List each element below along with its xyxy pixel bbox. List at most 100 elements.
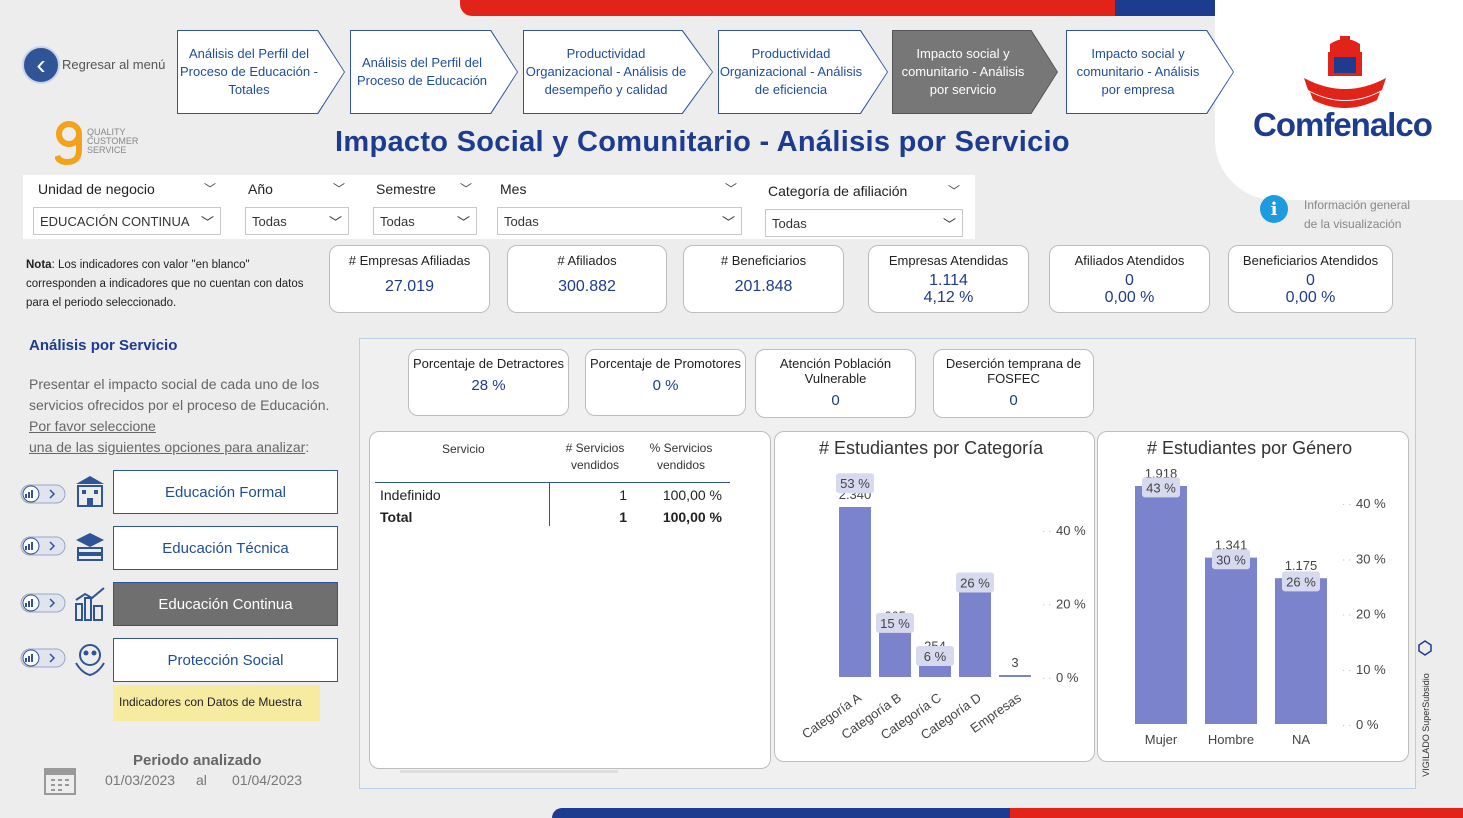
table-header-servicio: Servicio (442, 442, 485, 456)
service-button-educacion-tecnica[interactable]: Educación Técnica (113, 526, 338, 570)
chevron-down-icon: ﹀ (328, 215, 342, 230)
kpi-value: 201.848 (734, 278, 793, 295)
tab-label: Impacto social y comunitario - Análisis … (1076, 46, 1200, 97)
kpi-pct: 0,00 % (1104, 289, 1155, 306)
axis-tick-dots: · · (1342, 499, 1351, 510)
mini-kpi-title: Porcentaje de Detractores (412, 356, 565, 371)
tab-label: Impacto social y comunitario - Análisis … (901, 46, 1025, 97)
filter-mes-select[interactable]: Todas ﹀ (497, 207, 742, 235)
kpi-beneficiarios-atendidos: Beneficiarios Atendidos 0 0,00 % (1228, 245, 1393, 313)
value-label: 3 (1011, 655, 1018, 670)
table-scrollbar[interactable] (400, 770, 618, 773)
mini-kpi-title: Atención Población Vulnerable (779, 356, 892, 386)
chart-toggle-icon[interactable] (20, 592, 66, 614)
service-button-proteccion-social[interactable]: Protección Social (113, 638, 338, 682)
filter-anio-value: Todas (252, 214, 287, 229)
date-to: 01/04/2023 (232, 772, 303, 788)
bar[interactable] (879, 628, 911, 677)
pct-label: 43 % (1146, 480, 1176, 495)
chevron-down-icon[interactable]: ﹀ (948, 182, 960, 199)
date-separator: al (196, 772, 207, 788)
kpi-empresas-atendidas: Empresas Atendidas 1.114 4,12 % (868, 245, 1029, 313)
select-prompt-line1: Por favor seleccione (29, 418, 156, 434)
mini-kpi-title: Deserción temprana de FOSFEC (945, 356, 1082, 386)
value-label: 1.175 (1285, 558, 1318, 573)
bar[interactable] (1205, 557, 1257, 724)
filter-mes-value: Todas (504, 214, 539, 229)
service-label: Educación Formal (165, 483, 286, 501)
y2-tick-label: 40 % (1356, 496, 1386, 511)
service-button-educacion-continua[interactable]: Educación Continua (113, 582, 338, 626)
tab-productividad-eficiencia[interactable]: Productividad Organizacional - Análisis … (718, 30, 888, 114)
kpi-value: 0 (1306, 272, 1315, 289)
supersubsidio-icon (1418, 640, 1432, 656)
mini-kpi-value: 28 % (471, 377, 506, 394)
mini-kpi-detractores: Porcentaje de Detractores 28 % (408, 349, 569, 416)
kpi-beneficiarios: # Beneficiarios 201.848 (683, 245, 844, 313)
back-label[interactable]: Regresar al menú (62, 57, 165, 72)
filter-unidad-select[interactable]: EDUCACIÓN CONTINUA ﹀ (33, 207, 221, 235)
city-growth-icon (75, 587, 105, 621)
tab-impacto-servicio[interactable]: Impacto social y comunitario - Análisis … (892, 30, 1058, 114)
top-red-bar (460, 0, 1120, 16)
chevron-down-icon: ﹀ (942, 217, 956, 232)
y2-tick-label: 0 % (1056, 670, 1079, 685)
periodo-label: Periodo analizado (133, 752, 262, 769)
bar[interactable] (1135, 486, 1187, 724)
chevron-down-icon[interactable]: ﹀ (460, 180, 472, 197)
filter-semestre-select[interactable]: Todas ﹀ (373, 207, 477, 235)
chevron-down-icon: ﹀ (721, 215, 735, 230)
tab-label: Productividad Organizacional - Análisis … (525, 46, 687, 97)
chevron-left-icon: ‹ (36, 49, 46, 80)
y2-tick-label: 0 % (1356, 717, 1379, 732)
tab-label: Análisis del Perfil del Proceso de Educa… (179, 46, 319, 97)
chart-toggle-icon[interactable] (20, 535, 66, 557)
school-building-icon (76, 476, 104, 507)
select-prompt-line2: una de las siguientes opciones para anal… (29, 439, 306, 455)
pct-label: 26 % (960, 575, 990, 590)
info-icon[interactable]: i (1260, 195, 1288, 223)
bar[interactable] (1275, 578, 1327, 724)
chevron-down-icon[interactable]: ﹀ (333, 180, 345, 197)
pct-label: 15 % (880, 616, 910, 631)
chevron-down-icon[interactable]: ﹀ (204, 180, 216, 197)
kpi-value: 1.114 (929, 272, 968, 289)
tab-impacto-empresa[interactable]: Impacto social y comunitario - Análisis … (1066, 30, 1234, 114)
table-header-porcentaje: % Servicios vendidos (649, 441, 713, 472)
tab-perfil-totales[interactable]: Análisis del Perfil del Proceso de Educa… (177, 30, 345, 114)
filter-semestre-value: Todas (380, 214, 415, 229)
bar[interactable] (959, 591, 991, 677)
mini-kpi-value: 0 % (652, 377, 679, 394)
info-line1: Información general (1304, 198, 1411, 212)
kpi-pct: 0,00 % (1285, 289, 1336, 306)
axis-tick-dots: · · (1042, 526, 1051, 537)
filter-categoria-value: Todas (772, 216, 807, 231)
chevron-down-icon[interactable]: ﹀ (725, 180, 737, 197)
pct-label: 53 % (840, 476, 870, 491)
chart-categoria-card: # Estudiantes por Categoría · · 40 % · · 20… (774, 431, 1095, 762)
chart-genero-card: # Estudiantes por Género · · 40 % · · 30 % ·… (1097, 431, 1409, 762)
chevron-down-icon: ﹀ (456, 215, 470, 230)
calendar-icon (44, 768, 76, 795)
back-button[interactable]: ‹ (22, 46, 60, 84)
bar[interactable] (839, 507, 871, 677)
mini-kpi-value: 0 (1009, 392, 1018, 409)
axis-tick-dots: · · (1042, 673, 1051, 684)
info-label[interactable]: Información general de la visualización (1304, 196, 1410, 234)
chart-toggle-icon[interactable] (20, 483, 66, 505)
mini-kpi-vulnerable: Atención Población Vulnerable 0 (755, 349, 916, 418)
tab-perfil[interactable]: Análisis del Perfil del Proceso de Educa… (350, 30, 518, 114)
chart-toggle-icon[interactable] (20, 647, 66, 669)
axis-tick-dots: · · (1342, 610, 1351, 621)
filter-anio-label: Año (248, 181, 273, 197)
filter-categoria-label: Categoría de afiliación (768, 183, 908, 199)
vigilado-badge: VIGILADO SuperSubsidio (1416, 640, 1434, 780)
filter-anio-select[interactable]: Todas ﹀ (245, 207, 349, 235)
chart-title: # Estudiantes por Género (1147, 438, 1353, 458)
service-button-educacion-formal[interactable]: Educación Formal (113, 470, 338, 514)
tab-productividad-desempeno[interactable]: Productividad Organizacional - Análisis … (523, 30, 713, 114)
bar[interactable] (999, 675, 1031, 677)
kpi-title: Empresas Atendidas (888, 253, 1009, 268)
filter-categoria-select[interactable]: Todas ﹀ (765, 209, 963, 237)
kpi-afiliados-atendidos: Afiliados Atendidos 0 0,00 % (1049, 245, 1210, 313)
